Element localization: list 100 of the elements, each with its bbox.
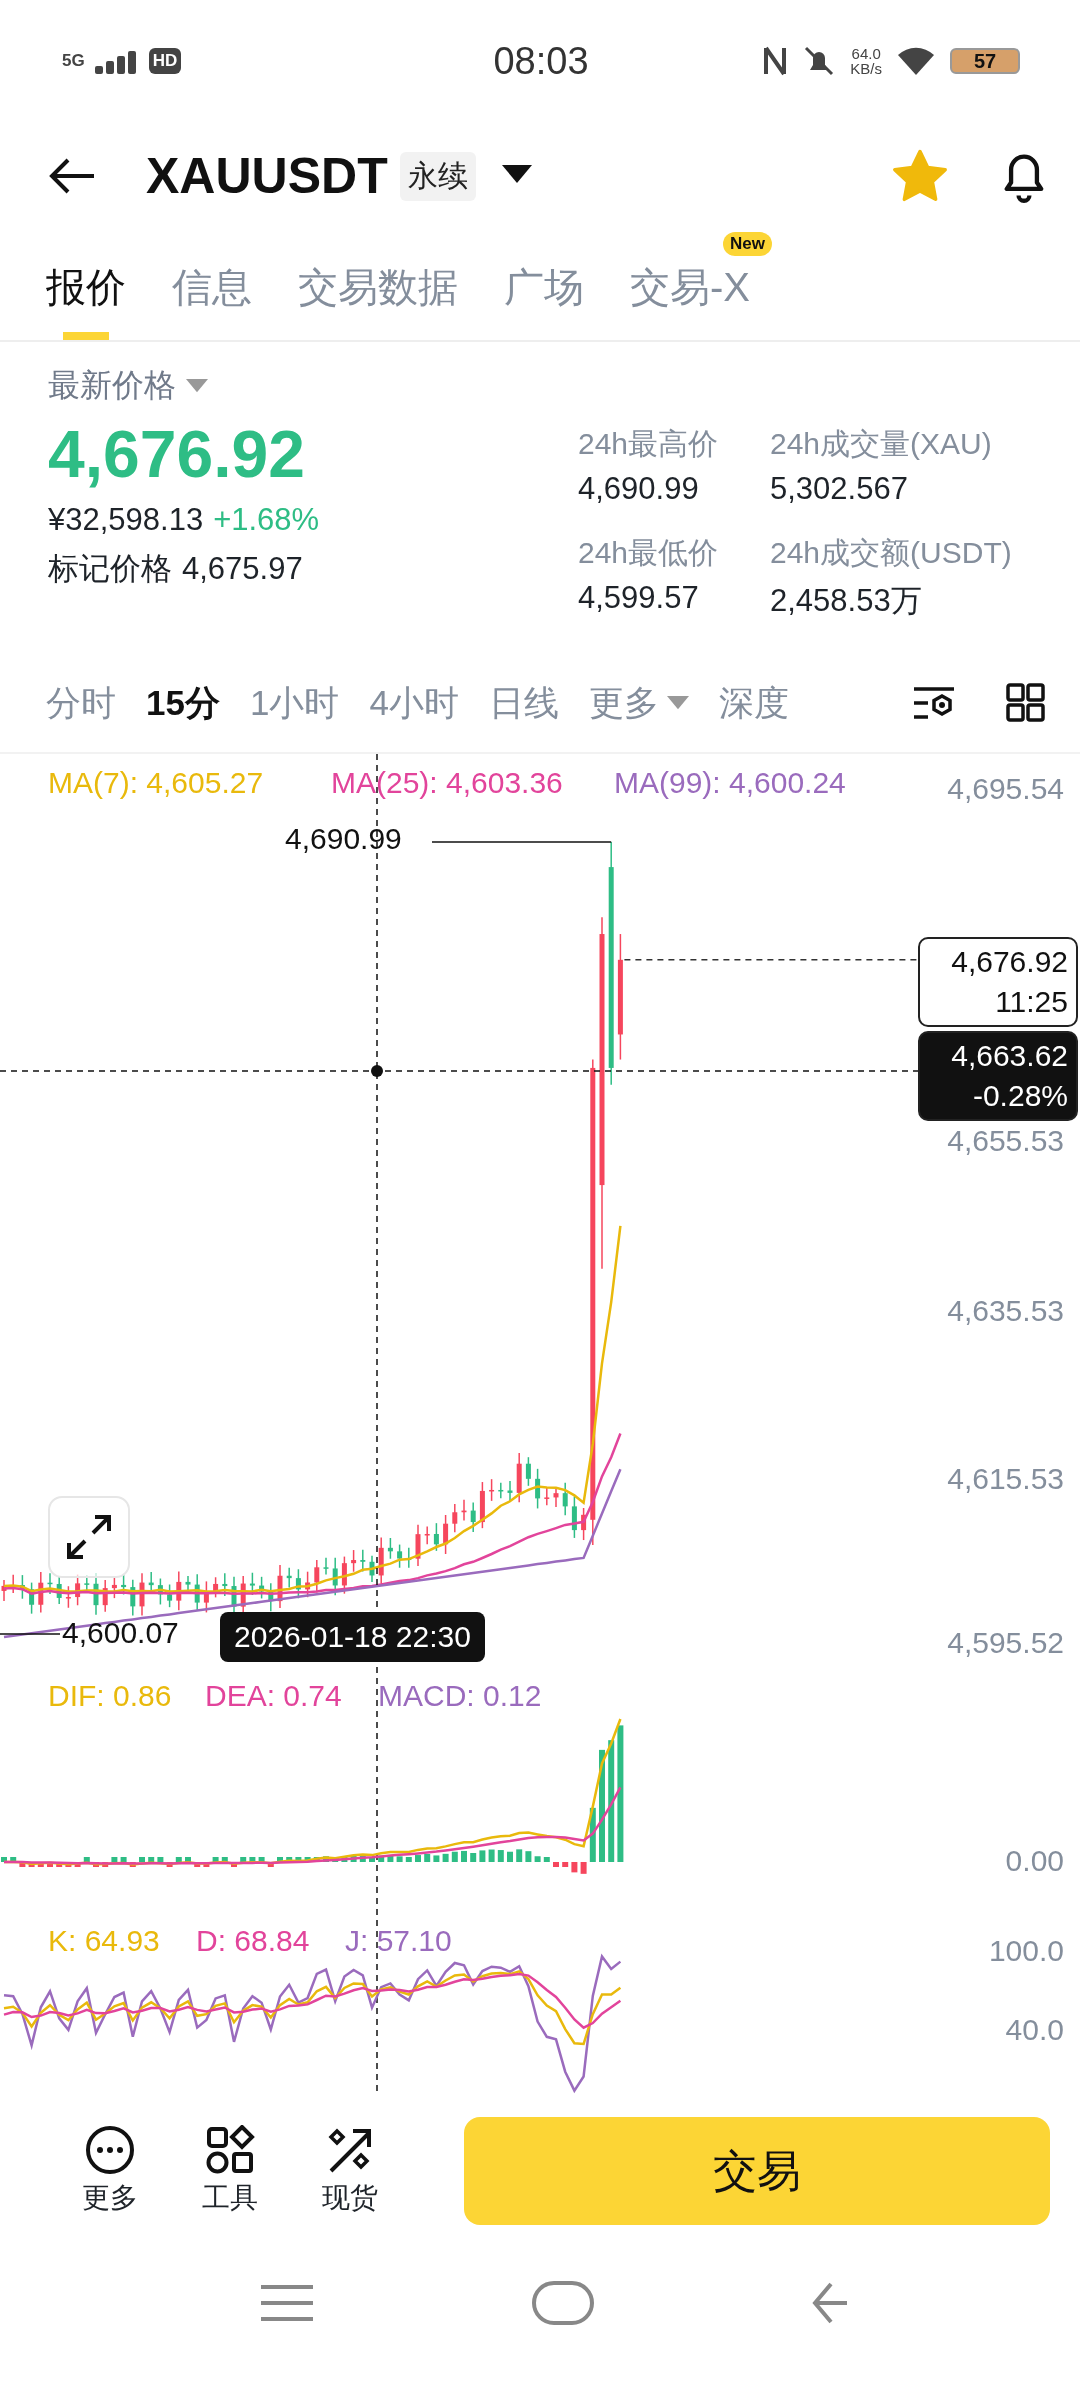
stat-label: 24h最低价 <box>578 535 720 571</box>
tab[interactable]: 广场 <box>504 260 584 340</box>
last-price-label: 4,676.92 11:25 <box>918 937 1078 1027</box>
toolbar-action[interactable]: 工具 <box>190 2125 270 2217</box>
macd-bar <box>221 1857 228 1862</box>
macd-bar <box>194 1862 201 1867</box>
stat-label: 24h成交额(USDT) <box>770 535 1013 571</box>
candlestick <box>65 1585 71 1609</box>
macd-legend: MACD: 0.12 <box>378 1679 542 1713</box>
macd-bar <box>166 1862 173 1867</box>
candlestick <box>516 1452 522 1504</box>
stat-value: 2,458.53万 <box>770 582 923 620</box>
candlestick <box>507 1480 513 1503</box>
tab[interactable]: 交易-X <box>630 260 750 340</box>
macd-bar <box>405 1857 412 1862</box>
stat-value: 5,302.567 <box>770 471 909 507</box>
network-speed: 64.0 KB/s <box>850 46 882 76</box>
candlestick <box>433 1522 439 1552</box>
macd-bar <box>396 1856 403 1862</box>
trade-button[interactable]: 交易 <box>464 2117 1050 2225</box>
mark-price-label: 标记价格 <box>48 550 172 588</box>
grid-icon[interactable] <box>1006 683 1046 723</box>
macd-bar <box>37 1862 44 1867</box>
candlestick <box>111 1575 117 1599</box>
mark-price: 4,675.97 <box>182 551 303 587</box>
change-percent: +1.68% <box>213 502 320 538</box>
candlestick <box>10 1573 16 1594</box>
candlestick <box>369 1555 375 1583</box>
dropdown-caret-icon <box>501 165 532 183</box>
expand-button[interactable] <box>48 1496 130 1578</box>
signal-icon <box>94 48 139 74</box>
back-icon[interactable] <box>48 156 96 196</box>
menu-icon[interactable] <box>258 2283 315 2323</box>
toolbar-action[interactable]: 更多 <box>70 2125 150 2217</box>
candlestick <box>406 1547 412 1569</box>
hd-badge: HD <box>148 48 182 74</box>
candlestick <box>461 1498 467 1522</box>
macd-bar <box>589 1807 596 1862</box>
home-icon[interactable] <box>532 2281 594 2325</box>
tab[interactable]: 信息 <box>172 260 252 340</box>
macd-bar <box>387 1855 394 1862</box>
macd-bar <box>461 1850 467 1862</box>
candlestick <box>29 1581 35 1615</box>
wifi-icon <box>896 45 936 77</box>
ma-legend: MA(99): 4,600.24 <box>614 766 846 800</box>
axis-label: 4,615.53 <box>947 1462 1064 1496</box>
macd-bar <box>525 1851 532 1862</box>
interval-tab[interactable]: 分时 <box>46 679 116 727</box>
star-icon[interactable] <box>892 149 948 203</box>
interval-tab[interactable]: 更多 <box>588 679 689 727</box>
macd-bar <box>516 1849 523 1862</box>
candlestick <box>102 1579 108 1613</box>
macd-bar <box>479 1850 486 1862</box>
axis-label: 4,695.54 <box>947 772 1064 806</box>
low-price-label: 4,600.07 <box>62 1616 179 1650</box>
macd-bar <box>277 1857 283 1862</box>
macd-bar <box>415 1855 421 1862</box>
candlestick <box>47 1572 53 1595</box>
network-type: 5G <box>62 51 85 71</box>
candlestick <box>194 1573 200 1612</box>
ma-legend: MA(25): 4,603.36 <box>331 766 563 800</box>
high-price-label: 4,690.99 <box>285 822 402 856</box>
macd-bar <box>571 1862 578 1873</box>
candlestick <box>397 1543 403 1569</box>
symbol-title: XAUUSDT <box>146 147 388 205</box>
kdj-legend: D: 68.84 <box>196 1924 310 1958</box>
macd-bar <box>47 1862 53 1867</box>
battery-icon: 57 <box>950 48 1020 74</box>
kdj-legend: K: 64.93 <box>48 1924 160 1958</box>
macd-bar <box>129 1862 136 1867</box>
macd-bar <box>442 1853 449 1862</box>
candlestick <box>498 1481 504 1500</box>
macd-bar <box>267 1862 274 1867</box>
ma-legend: MA(7): 4,605.27 <box>48 766 264 800</box>
interval-tab[interactable]: 日线 <box>488 679 559 727</box>
macd-bar <box>185 1857 191 1862</box>
interval-tab[interactable]: 15分 <box>146 679 220 727</box>
interval-tab[interactable]: 4小时 <box>369 679 459 727</box>
candlestick <box>203 1580 209 1614</box>
candlestick <box>553 1486 559 1508</box>
macd-bar <box>212 1857 219 1862</box>
axis-label: 4,655.53 <box>947 1124 1064 1158</box>
toolbar-action[interactable]: 现货 <box>310 2125 390 2217</box>
tab[interactable]: 报价 <box>46 260 126 340</box>
macd-bar <box>231 1862 237 1867</box>
macd-bar <box>350 1855 357 1862</box>
crosshair-price-label: 4,663.62 -0.28% <box>918 1031 1078 1121</box>
macd-bar <box>203 1862 210 1867</box>
candlestick <box>130 1578 136 1617</box>
macd-bar <box>562 1862 569 1867</box>
candlestick <box>535 1468 541 1510</box>
axis-label: 0.00 <box>1005 1844 1064 1878</box>
macd-bar <box>74 1862 81 1867</box>
interval-tab[interactable]: 深度 <box>718 679 789 727</box>
macd-bar <box>553 1862 559 1867</box>
candlestick <box>167 1583 173 1608</box>
interval-tab[interactable]: 1小时 <box>249 679 340 727</box>
tab[interactable]: 交易数据 <box>298 260 458 340</box>
candlestick <box>213 1576 219 1599</box>
last-price: 4,676.92 <box>48 416 306 492</box>
